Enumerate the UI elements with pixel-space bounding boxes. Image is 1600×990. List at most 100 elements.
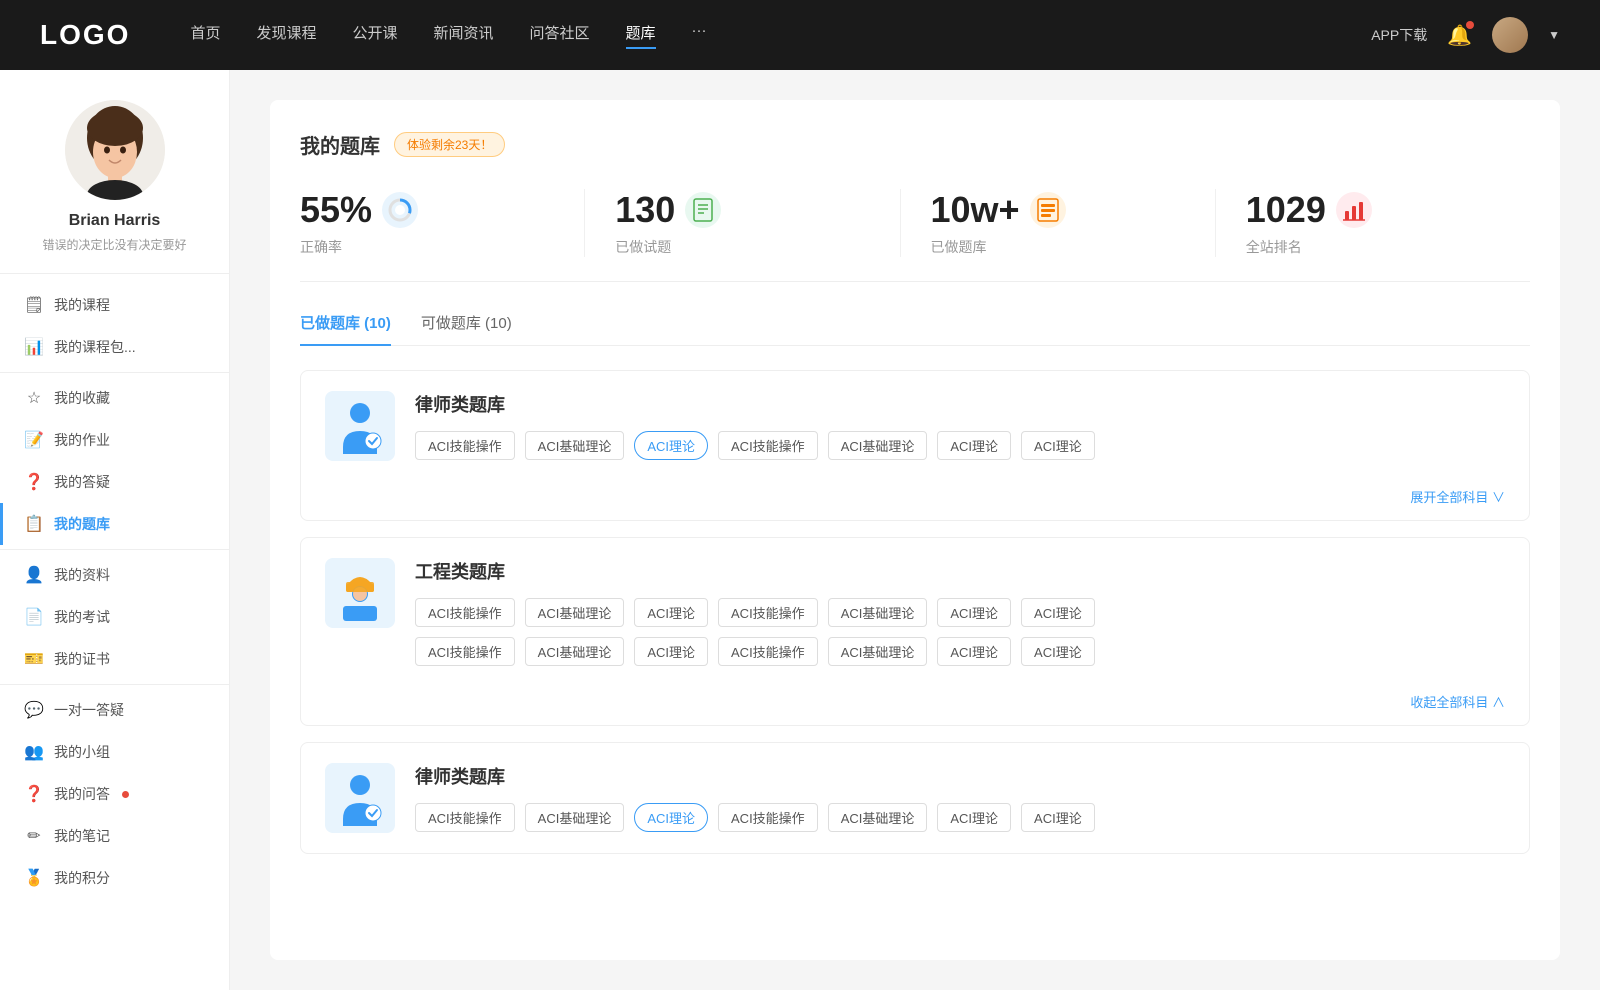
tag-eng2-skill-2[interactable]: ACI技能操作	[718, 637, 818, 666]
collapse-button-engineer[interactable]: 收起全部科目 ∧	[301, 686, 1529, 725]
tag-eng-skill-2[interactable]: ACI技能操作	[718, 598, 818, 627]
tag-eng-skill-1[interactable]: ACI技能操作	[415, 598, 515, 627]
stat-accuracy: 55% 正确率	[300, 189, 585, 257]
qbank-title-engineer: 工程类题库	[415, 558, 1505, 584]
sidebar-label-qa: 我的答疑	[54, 472, 110, 492]
nav-links: 首页 发现课程 公开课 新闻资讯 问答社区 题库 ···	[190, 22, 1371, 49]
sidebar-motto: 错误的决定比没有决定要好	[42, 236, 186, 253]
nav-more[interactable]: ···	[692, 22, 707, 49]
tag-eng-theory-3[interactable]: ACI理论	[1021, 598, 1095, 627]
tag-eng2-theory-2[interactable]: ACI理论	[937, 637, 1011, 666]
qbank-card-lawyer-1: 律师类题库 ACI技能操作 ACI基础理论 ACI理论 ACI技能操作 ACI基…	[300, 370, 1530, 521]
tag-eng2-basic-1[interactable]: ACI基础理论	[525, 637, 625, 666]
sidebar-label-course-pack: 我的课程包...	[54, 337, 136, 357]
qa-notification-dot	[122, 791, 129, 798]
tag-law2-basic-1[interactable]: ACI基础理论	[525, 803, 625, 832]
nav-discover[interactable]: 发现课程	[256, 22, 316, 49]
nav-home[interactable]: 首页	[190, 22, 220, 49]
tag-law2-basic-2[interactable]: ACI基础理论	[828, 803, 928, 832]
sidebar-item-my-qa[interactable]: ❓ 我的问答	[0, 773, 229, 815]
sidebar-label-collection: 我的收藏	[54, 388, 110, 408]
sidebar-item-notes[interactable]: ✏ 我的笔记	[0, 815, 229, 857]
qbank-title-lawyer-2: 律师类题库	[415, 763, 1505, 789]
stat-accuracy-value: 55%	[300, 189, 372, 231]
stat-done-top: 130	[615, 189, 721, 231]
tag-aci-basic-1[interactable]: ACI基础理论	[525, 431, 625, 460]
sidebar-item-qa[interactable]: ❓ 我的答疑	[0, 461, 229, 503]
sidebar-item-certificate[interactable]: 🎫 我的证书	[0, 638, 229, 680]
homework-icon: 📝	[24, 430, 44, 450]
tag-eng-theory-1[interactable]: ACI理论	[634, 598, 708, 627]
sidebar-item-points[interactable]: 🏅 我的积分	[0, 857, 229, 899]
sidebar-item-question-bank[interactable]: 📋 我的题库	[0, 503, 229, 545]
collection-icon: ☆	[24, 388, 44, 408]
tag-aci-theory-active-1[interactable]: ACI理论	[634, 431, 708, 460]
nav-open-course[interactable]: 公开课	[352, 22, 397, 49]
content-card: 我的题库 体验剩余23天！ 55%	[270, 100, 1560, 960]
avatar-chevron-icon[interactable]: ▼	[1548, 28, 1560, 42]
tag-aci-basic-2[interactable]: ACI基础理论	[828, 431, 928, 460]
notification-bell[interactable]: 🔔	[1447, 23, 1472, 48]
stat-banks-top: 10w+	[931, 189, 1066, 231]
tag-aci-theory-1[interactable]: ACI理论	[937, 431, 1011, 460]
tab-available-banks[interactable]: 可做题库 (10)	[421, 312, 512, 345]
tag-eng-basic-1[interactable]: ACI基础理论	[525, 598, 625, 627]
rank-icon	[1336, 192, 1372, 228]
tag-law2-theory-active[interactable]: ACI理论	[634, 803, 708, 832]
lawyer-icon-2	[335, 771, 385, 826]
points-icon: 🏅	[24, 868, 44, 888]
tag-aci-skill-1[interactable]: ACI技能操作	[415, 431, 515, 460]
sidebar-item-group[interactable]: 👥 我的小组	[0, 731, 229, 773]
sidebar-profile: Brian Harris 错误的决定比没有决定要好	[0, 100, 229, 274]
page-header: 我的题库 体验剩余23天！	[300, 130, 1530, 159]
tab-done-banks[interactable]: 已做题库 (10)	[300, 312, 391, 345]
sidebar-label-profile: 我的资料	[54, 565, 110, 585]
tag-eng-theory-2[interactable]: ACI理论	[937, 598, 1011, 627]
tag-aci-skill-2[interactable]: ACI技能操作	[718, 431, 818, 460]
user-avatar[interactable]	[1492, 17, 1528, 53]
sidebar-item-homework[interactable]: 📝 我的作业	[0, 419, 229, 461]
sidebar-label-notes: 我的笔记	[54, 826, 110, 846]
tag-law2-theory-1[interactable]: ACI理论	[937, 803, 1011, 832]
trial-badge: 体验剩余23天！	[394, 132, 505, 157]
sidebar-item-profile[interactable]: 👤 我的资料	[0, 554, 229, 596]
stat-accuracy-top: 55%	[300, 189, 418, 231]
sidebar-item-collection[interactable]: ☆ 我的收藏	[0, 377, 229, 419]
nav-qa[interactable]: 问答社区	[530, 22, 590, 49]
sidebar-item-my-courses[interactable]: 🗒 我的课程	[0, 284, 229, 326]
profile-avatar-image	[65, 100, 165, 200]
sidebar-menu: 🗒 我的课程 📊 我的课程包... ☆ 我的收藏 📝 我的作业 ❓ 我的答疑 �	[0, 274, 229, 909]
sidebar-item-one-on-one[interactable]: 💬 一对一答疑	[0, 689, 229, 731]
tabs-row: 已做题库 (10) 可做题库 (10)	[300, 312, 1530, 346]
sidebar-label-exam: 我的考试	[54, 607, 110, 627]
app-download-button[interactable]: APP下载	[1371, 25, 1427, 45]
tag-law2-skill-1[interactable]: ACI技能操作	[415, 803, 515, 832]
logo: LOGO	[40, 19, 130, 51]
sidebar-item-exam[interactable]: 📄 我的考试	[0, 596, 229, 638]
tag-eng2-basic-2[interactable]: ACI基础理论	[828, 637, 928, 666]
tag-eng2-theory-3[interactable]: ACI理论	[1021, 637, 1095, 666]
courses-icon: 🗒	[24, 295, 44, 315]
accuracy-icon	[382, 192, 418, 228]
bar-chart-icon	[1341, 197, 1367, 223]
qbank-header-engineer: 工程类题库 ACI技能操作 ACI基础理论 ACI理论 ACI技能操作 ACI基…	[301, 538, 1529, 686]
tag-aci-theory-2[interactable]: ACI理论	[1021, 431, 1095, 460]
expand-button-lawyer-1[interactable]: 展开全部科目 ∨	[301, 481, 1529, 520]
nav-news[interactable]: 新闻资讯	[434, 22, 494, 49]
tag-eng-basic-2[interactable]: ACI基础理论	[828, 598, 928, 627]
qbank-icon-engineer	[325, 558, 395, 628]
nav-question-bank[interactable]: 题库	[626, 22, 656, 49]
qbank-icon-lawyer-1	[325, 391, 395, 461]
sidebar-item-course-pack[interactable]: 📊 我的课程包...	[0, 326, 229, 368]
tag-law2-skill-2[interactable]: ACI技能操作	[718, 803, 818, 832]
certificate-icon: 🎫	[24, 649, 44, 669]
done-questions-icon	[685, 192, 721, 228]
tag-eng2-theory-1[interactable]: ACI理论	[634, 637, 708, 666]
sidebar-label-points: 我的积分	[54, 868, 110, 888]
sidebar-label-certificate: 我的证书	[54, 649, 110, 669]
sidebar-user-name: Brian Harris	[69, 212, 161, 230]
tag-law2-theory-2[interactable]: ACI理论	[1021, 803, 1095, 832]
navbar: LOGO 首页 发现课程 公开课 新闻资讯 问答社区 题库 ··· APP下载 …	[0, 0, 1600, 70]
tag-eng2-skill-1[interactable]: ACI技能操作	[415, 637, 515, 666]
qbank-header-lawyer-2: 律师类题库 ACI技能操作 ACI基础理论 ACI理论 ACI技能操作 ACI基…	[301, 743, 1529, 853]
